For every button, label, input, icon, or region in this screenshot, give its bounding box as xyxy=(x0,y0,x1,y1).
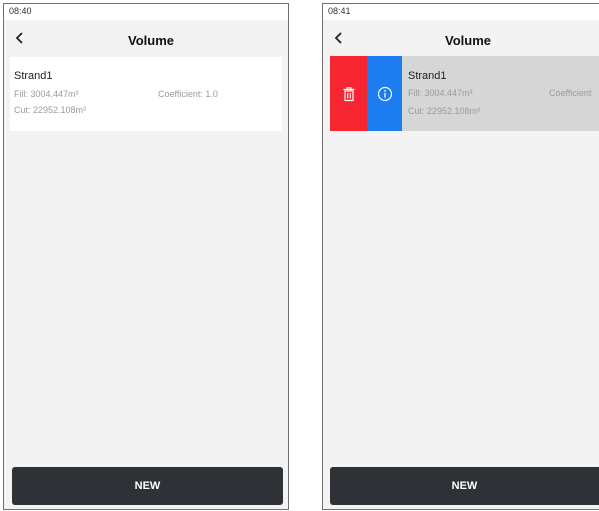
back-arrow-icon[interactable] xyxy=(331,30,347,46)
item-fill: Fill: 3004.447m³ xyxy=(408,88,473,98)
item-cut: Cut: 22952.108m³ xyxy=(14,105,87,115)
item-name: Strand1 xyxy=(408,70,447,82)
trash-icon xyxy=(343,86,354,101)
volume-list-item-swiped[interactable]: Strand1 Fill: 3004.447m³ Coefficient Cut… xyxy=(330,56,599,131)
status-time: 08:41 xyxy=(328,6,351,16)
item-coefficient: Coefficient: 1.0 xyxy=(158,89,218,99)
item-coefficient: Coefficient xyxy=(549,88,592,98)
item-fill: Fill: 3004.447m³ xyxy=(14,89,79,99)
page-title: Volume xyxy=(445,33,491,48)
app-header: Volume xyxy=(4,20,288,58)
item-cut: Cut: 22952.108m³ xyxy=(408,106,481,116)
status-time: 08:40 xyxy=(9,6,32,16)
app-header: Volume xyxy=(323,20,599,58)
status-bar: 08:41 xyxy=(323,4,599,20)
new-button[interactable]: NEW xyxy=(12,467,283,505)
new-button[interactable]: NEW xyxy=(330,467,599,505)
phone-screen-2: 08:41 Volume Strand1 Fill: 3004.447m³ Co… xyxy=(322,3,599,510)
back-arrow-icon[interactable] xyxy=(12,30,28,46)
info-icon xyxy=(377,86,392,101)
volume-list-item[interactable]: Strand1 Fill: 3004.447m³ Coefficient: 1.… xyxy=(10,57,282,131)
item-name: Strand1 xyxy=(14,70,53,82)
info-button[interactable] xyxy=(367,56,402,131)
phone-screen-1: 08:40 Volume Strand1 Fill: 3004.447m³ Co… xyxy=(3,3,289,510)
delete-button[interactable] xyxy=(330,56,367,131)
page-title: Volume xyxy=(128,33,174,48)
status-bar: 08:40 xyxy=(4,4,288,20)
